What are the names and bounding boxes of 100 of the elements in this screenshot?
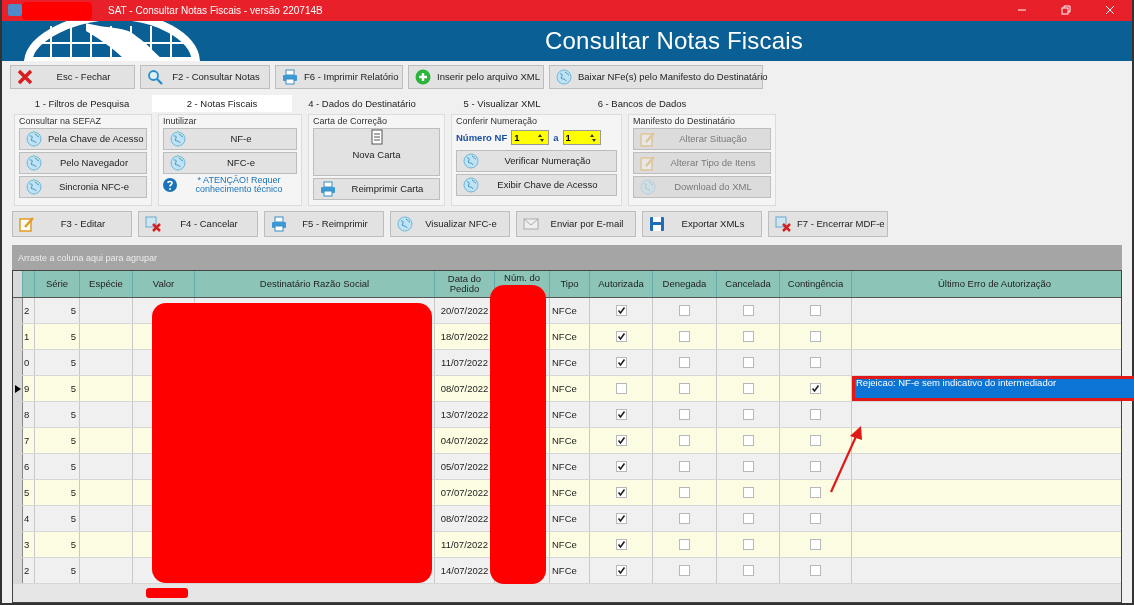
checkbox[interactable] <box>742 539 754 550</box>
save-icon <box>649 215 665 232</box>
checkbox[interactable] <box>810 409 821 420</box>
column-header[interactable]: Valor <box>152 279 175 289</box>
checkbox[interactable] <box>615 513 627 524</box>
checkbox[interactable] <box>615 435 627 446</box>
checkbox[interactable] <box>679 513 690 524</box>
checkbox[interactable] <box>679 435 690 446</box>
checkbox[interactable] <box>615 409 627 420</box>
tab[interactable]: 2 - Notas Fiscais <box>152 94 292 112</box>
group-title: Manifesto do Destinatário <box>633 115 737 126</box>
checkbox[interactable] <box>742 305 754 316</box>
globe-icon <box>26 130 42 147</box>
checkbox[interactable] <box>615 487 627 498</box>
checkbox[interactable] <box>742 565 754 576</box>
checkbox[interactable] <box>615 331 627 342</box>
column-header[interactable]: Tipo <box>560 279 579 289</box>
spinner-icon[interactable] <box>587 132 598 143</box>
group-button[interactable]: Exibir Chave de Acesso <box>456 173 617 196</box>
checkbox[interactable] <box>615 383 627 394</box>
column-header[interactable]: Núm. do <box>504 273 540 283</box>
checkbox[interactable] <box>679 565 690 576</box>
checkbox[interactable] <box>679 383 690 394</box>
group-button[interactable]: Reimprimir Carta <box>313 177 440 200</box>
checkbox[interactable] <box>810 383 821 394</box>
number-to-field[interactable]: 1 <box>562 130 601 146</box>
column-header[interactable]: Último Erro de Autorização <box>938 279 1051 289</box>
checkbox[interactable] <box>679 357 690 368</box>
group-button[interactable]: Nova Carta <box>313 127 440 176</box>
action-button[interactable]: F4 - Cancelar <box>138 210 258 237</box>
globe-icon <box>556 69 572 85</box>
checkbox[interactable] <box>810 539 821 550</box>
toolbar-button[interactable]: F6 - Imprimir Relatório <box>275 65 403 89</box>
checkbox[interactable] <box>742 357 754 368</box>
action-button[interactable]: F7 - Encerrar MDF-e <box>768 210 888 237</box>
group-button[interactable]: NF-e <box>163 127 297 150</box>
checkbox[interactable] <box>679 305 690 316</box>
checkbox[interactable] <box>810 513 821 524</box>
checkbox[interactable] <box>679 461 690 472</box>
checkbox[interactable] <box>679 331 690 342</box>
table-cell: NFCe <box>550 558 590 583</box>
toolbar-button[interactable]: Esc - Fechar <box>10 65 135 89</box>
checkbox[interactable] <box>810 357 821 368</box>
number-from-field[interactable]: 1 <box>511 130 550 146</box>
checkbox[interactable] <box>742 435 754 446</box>
globe-icon <box>170 154 186 171</box>
checkbox[interactable] <box>615 357 627 368</box>
checkbox[interactable] <box>615 539 627 550</box>
column-header[interactable]: Autorizada <box>598 279 644 289</box>
group-button[interactable]: Sincronia NFC-e <box>19 175 147 198</box>
checkbox[interactable] <box>810 331 821 342</box>
checkbox[interactable] <box>810 305 821 316</box>
checkbox[interactable] <box>810 435 821 446</box>
column-header[interactable]: Denegada <box>662 279 707 289</box>
checkbox[interactable] <box>742 513 754 524</box>
checkbox[interactable] <box>679 409 690 420</box>
column-header[interactable]: Contingência <box>787 279 844 289</box>
horizontal-scrollbar[interactable] <box>13 584 1121 602</box>
checkbox[interactable] <box>679 539 690 550</box>
action-button[interactable]: Enviar por E-mail <box>516 210 636 237</box>
checkbox[interactable] <box>810 565 821 576</box>
group-button[interactable]: Pela Chave de Acesso <box>19 127 147 150</box>
checkbox[interactable] <box>742 331 754 342</box>
column-header[interactable]: Série <box>45 279 69 289</box>
column-header[interactable]: Cancelada <box>725 279 771 289</box>
group-button[interactable]: Pelo Navegador <box>19 151 147 174</box>
checkbox[interactable] <box>742 461 754 472</box>
row-header <box>13 271 23 297</box>
checkbox[interactable] <box>742 383 754 394</box>
checkbox[interactable] <box>742 487 754 498</box>
action-button[interactable]: F3 - Editar <box>12 210 132 237</box>
column-header[interactable]: Data do Pedido <box>435 274 494 294</box>
toolbar-button[interactable]: Inserir pelo arquivo XML <box>408 65 544 89</box>
checkbox[interactable] <box>742 409 754 420</box>
checkbox[interactable] <box>615 305 627 316</box>
action-button[interactable]: Visualizar NFC-e <box>390 210 510 237</box>
toolbar-button[interactable]: F2 - Consultar Notas <box>140 65 270 89</box>
group-button[interactable]: NFC-e <box>163 151 297 174</box>
restore-icon[interactable] <box>1061 5 1071 16</box>
checkbox[interactable] <box>615 461 627 472</box>
close-icon[interactable] <box>1105 5 1115 16</box>
page-title: Consultar Notas Fiscais <box>545 27 804 55</box>
globe-icon <box>26 178 42 195</box>
action-button[interactable]: Exportar XMLs <box>642 210 762 237</box>
action-button[interactable]: F5 - Reimprimir <box>264 210 384 237</box>
pencil-icon <box>19 215 35 232</box>
group-by-hint: Arraste a coluna aqui para agrupar <box>18 252 158 263</box>
column-header[interactable]: Destinatário Razão Social <box>259 279 370 289</box>
checkbox[interactable] <box>810 487 821 498</box>
checkbox[interactable] <box>810 461 821 472</box>
globe-icon <box>463 152 479 169</box>
table-cell: 5 <box>35 428 80 453</box>
globe-icon <box>170 130 186 147</box>
checkbox[interactable] <box>615 565 627 576</box>
error-cell: Rejeicao: NF-e sem indicativo do intermediador <box>852 376 1134 401</box>
group-button[interactable]: Verificar Numeração <box>456 149 617 172</box>
table-cell: 0 <box>23 350 35 375</box>
column-header[interactable]: Espécie <box>89 279 123 289</box>
spinner-icon[interactable] <box>536 132 547 143</box>
checkbox[interactable] <box>679 487 690 498</box>
